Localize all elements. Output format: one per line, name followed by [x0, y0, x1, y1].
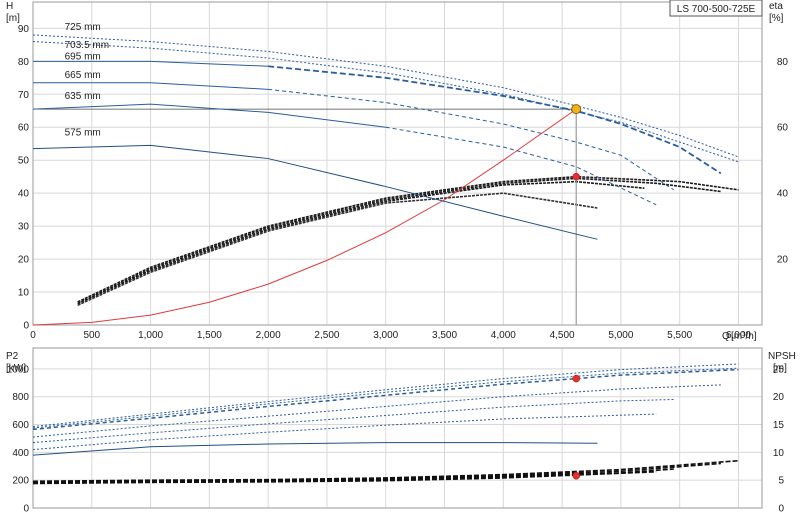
p2-tick-label: 600 [12, 420, 29, 431]
y-tick-label: 10 [18, 288, 30, 299]
p2-tick-label: 800 [12, 392, 29, 403]
x-tick-label: 3,000 [373, 330, 398, 341]
y2-tick-label: 60 [777, 123, 789, 134]
x-axis-unit: [m³/h] [731, 331, 757, 342]
x-tick-label: 3,500 [432, 330, 457, 341]
y2-axis-title: eta [769, 1, 783, 12]
y-axis-unit: [m] [6, 13, 20, 24]
x-tick-label: 4,000 [491, 330, 516, 341]
efficiency-curve [77, 180, 645, 305]
y-tick-label: 90 [18, 24, 30, 35]
power-curve [32, 442, 598, 456]
x-tick-label: 5,000 [608, 330, 633, 341]
x-axis-title: Q [722, 331, 730, 342]
x-tick-label: 500 [83, 330, 100, 341]
npsh-tick-label: 15 [773, 420, 785, 431]
y-tick-label: 70 [18, 90, 30, 101]
y-tick-label: 20 [18, 255, 30, 266]
p2-axis-unit: [kW] [6, 363, 26, 374]
npsh-tick-label: 20 [773, 392, 785, 403]
head-curve-label: 575 mm [65, 127, 101, 138]
y2-axis-unit: [%] [769, 13, 784, 24]
p2-tick-label: 200 [12, 476, 29, 487]
y-tick-label: 0 [23, 321, 29, 332]
y2-tick-label: 80 [777, 57, 789, 68]
y-tick-label: 30 [18, 222, 30, 233]
y-tick-label: 50 [18, 156, 30, 167]
head-curve-label: 665 mm [65, 70, 101, 81]
x-tick-label: 1,000 [138, 330, 163, 341]
npsh-axis-title: NPSH [768, 351, 796, 362]
head-curve [268, 88, 675, 191]
p2-tick-label: 0 [23, 504, 29, 515]
head-efficiency-panel: 0 500 1,000 1,500 2,000 2,500 3,000 3,500 4,000 4… [18, 0, 789, 341]
p2-tick-label: 400 [12, 448, 29, 459]
x-tick-label: 0 [30, 330, 36, 341]
head-curve-label: 703.5 mm [65, 40, 109, 51]
power-npsh-panel: 020040060080010000510152025 [7, 347, 785, 515]
duty-point [571, 104, 582, 115]
x-tick-label: 5,500 [667, 330, 692, 341]
x-tick-label: 1,500 [197, 330, 222, 341]
power-curve [32, 398, 674, 444]
y-axis-title: H [6, 1, 13, 12]
y-tick-label: 80 [18, 57, 30, 68]
head-curve [32, 144, 598, 240]
pump-performance-chart: 0 500 1,000 1,500 2,000 2,500 3,000 3,500 4,000 4… [6, 0, 796, 515]
power-curve [32, 413, 657, 451]
y2-tick-label: 40 [777, 189, 789, 200]
y-tick-label: 60 [18, 123, 30, 134]
npsh-tick-label: 5 [778, 476, 784, 487]
head-curve-label: 695 mm [65, 52, 101, 63]
model-label-text: LS 700-500-725E [677, 4, 756, 15]
y-tick-label: 40 [18, 189, 30, 200]
model-label: LS 700-500-725E [669, 0, 763, 17]
head-curve [268, 65, 722, 175]
x-tick-label: 4,500 [550, 330, 575, 341]
efficiency-curve [77, 175, 739, 303]
npsh-tick-label: 10 [773, 448, 785, 459]
efficiency-duty-point [572, 172, 580, 181]
npsh-axis-unit: [m] [773, 363, 787, 374]
p2-axis-title: P2 [6, 351, 19, 362]
npsh-tick-label: 0 [778, 504, 784, 515]
npsh-duty-point [572, 471, 580, 480]
head-curve-label: 635 mm [65, 91, 101, 102]
plot-frame [32, 347, 763, 509]
power-duty-point [572, 374, 580, 383]
x-tick-label: 2,500 [314, 330, 339, 341]
efficiency-curve [77, 177, 721, 305]
y2-tick-label: 20 [777, 255, 789, 266]
head-curve-label: 725 mm [65, 22, 101, 33]
x-tick-label: 2,000 [256, 330, 281, 341]
